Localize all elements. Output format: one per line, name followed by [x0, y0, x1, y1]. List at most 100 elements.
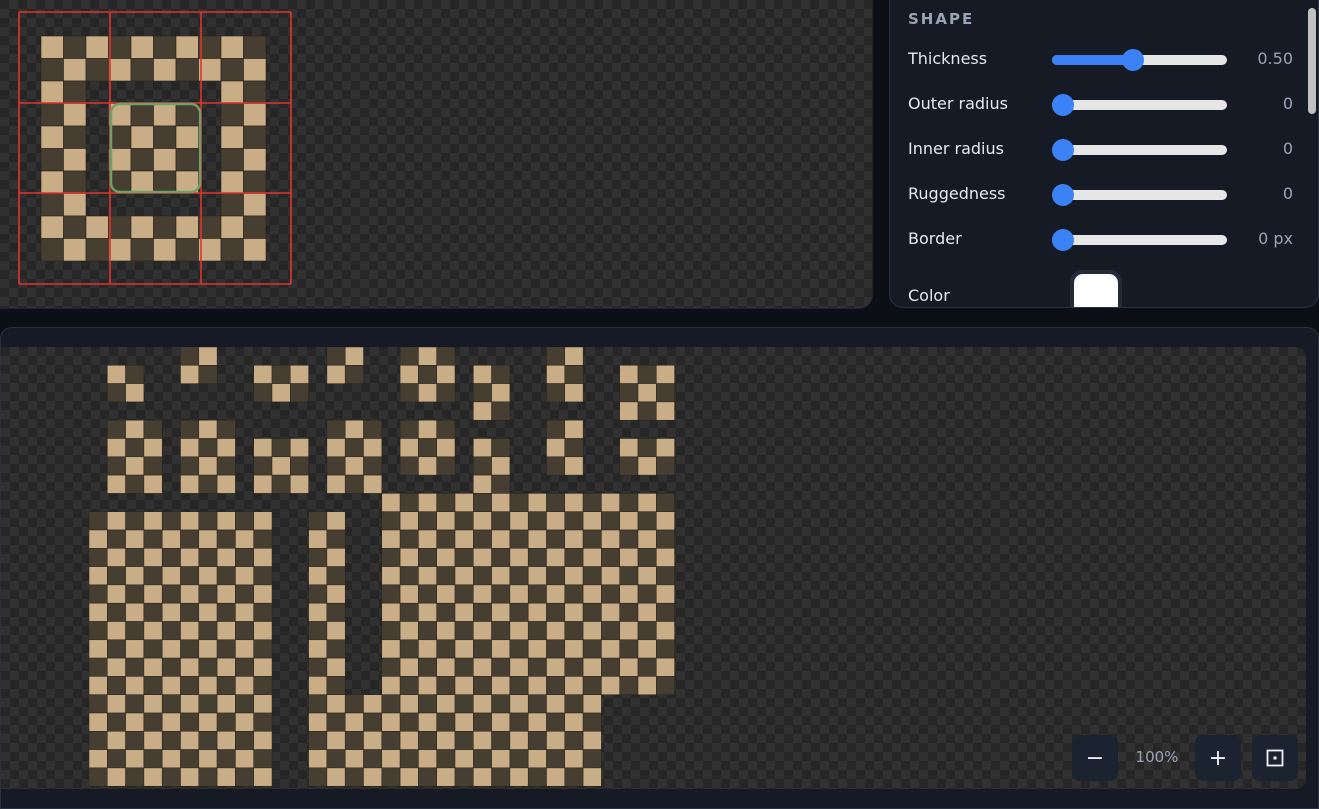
- tile-cell: [40, 125, 64, 149]
- output-tile: [253, 767, 273, 787]
- border-slider-thumb[interactable]: [1052, 229, 1074, 251]
- output-tile: [601, 529, 620, 549]
- output-tile: [107, 749, 126, 769]
- output-tile: [656, 365, 675, 384]
- output-tile: [363, 474, 383, 494]
- output-tile: [216, 767, 236, 787]
- output-tile: [326, 438, 346, 458]
- output-tile: [143, 657, 163, 677]
- output-tile: [88, 621, 108, 641]
- border-slider[interactable]: [1052, 229, 1227, 251]
- inner-radius-slider-thumb[interactable]: [1052, 139, 1074, 161]
- color-picker-button[interactable]: [1070, 270, 1122, 307]
- output-tile: [107, 566, 126, 586]
- output-tile: [637, 529, 657, 549]
- output-tile: [88, 511, 108, 531]
- output-tile: [363, 694, 383, 714]
- output-tile: [509, 548, 529, 567]
- zoom-in-button[interactable]: +: [1195, 735, 1241, 781]
- output-tile: [399, 383, 419, 403]
- scrollbar-thumb[interactable]: [1308, 8, 1316, 114]
- tileset-grid-overlay[interactable]: [0, 0, 872, 308]
- output-tile: [546, 602, 566, 622]
- output-tile: [235, 694, 254, 714]
- output-tile: [473, 676, 492, 695]
- output-tile: [216, 676, 236, 695]
- thickness-slider[interactable]: [1052, 49, 1227, 71]
- output-tile: [582, 584, 602, 604]
- plus-icon: +: [1208, 745, 1228, 771]
- output-tile: [527, 712, 547, 732]
- inner-radius-slider[interactable]: [1052, 139, 1227, 161]
- output-tile: [107, 712, 126, 732]
- output-tile: [125, 676, 145, 695]
- outer-radius-slider[interactable]: [1052, 94, 1227, 116]
- output-tile: [454, 749, 474, 769]
- output-tile: [436, 621, 456, 641]
- output-tile: [363, 767, 383, 787]
- output-tile: [637, 401, 657, 421]
- tile-cell: [175, 215, 199, 239]
- tile-cell: [153, 215, 177, 239]
- output-canvas[interactable]: [1, 347, 1306, 789]
- tile-cell: [153, 170, 177, 194]
- output-tile: [88, 676, 108, 695]
- thickness-slider-thumb[interactable]: [1122, 49, 1145, 71]
- output-tile: [253, 584, 273, 604]
- output-tile: [436, 365, 456, 384]
- tile-cell: [108, 35, 132, 59]
- fit-to-screen-button[interactable]: [1252, 735, 1298, 781]
- output-tile: [509, 767, 529, 787]
- output-tile: [180, 529, 200, 549]
- tile-cell: [63, 148, 87, 172]
- output-tile: [290, 383, 309, 403]
- output-tile: [253, 548, 273, 567]
- tile-cell: [243, 58, 267, 82]
- output-tile: [107, 474, 126, 494]
- outer-radius-slider-thumb[interactable]: [1052, 94, 1074, 116]
- output-tile: [418, 365, 437, 384]
- output-tile: [546, 749, 566, 769]
- output-tile: [180, 456, 200, 476]
- tile-cell: [220, 170, 244, 194]
- output-tile: [253, 676, 273, 695]
- output-tile: [88, 749, 108, 769]
- output-tile: [399, 731, 419, 750]
- output-tile: [491, 621, 511, 641]
- output-tile: [326, 731, 346, 750]
- output-tile: [326, 456, 346, 476]
- output-tile: [143, 548, 163, 567]
- output-tile: [381, 529, 401, 549]
- output-tile: [180, 347, 200, 366]
- output-tile: [161, 749, 181, 769]
- ruggedness-slider-thumb[interactable]: [1052, 184, 1074, 206]
- output-tile: [454, 511, 474, 531]
- shape-panel-scrollbar[interactable]: [1308, 8, 1316, 307]
- output-tile: [546, 621, 566, 641]
- output-tile: [290, 456, 309, 476]
- output-tile: [546, 511, 566, 531]
- output-tile: [381, 566, 401, 586]
- output-tile: [253, 365, 273, 384]
- output-tile: [473, 365, 492, 384]
- output-tile: [546, 676, 566, 695]
- output-tile: [656, 511, 675, 531]
- output-tile: [491, 694, 511, 714]
- output-tile: [125, 749, 145, 769]
- output-tile: [381, 511, 401, 531]
- output-tile: [180, 419, 200, 439]
- output-tile: [546, 383, 566, 403]
- output-tile: [454, 584, 474, 604]
- output-tile: [564, 493, 584, 512]
- output-tile: [344, 749, 364, 769]
- output-tile: [363, 749, 383, 769]
- ruggedness-slider[interactable]: [1052, 184, 1227, 206]
- output-tile: [436, 493, 456, 512]
- output-tile: [161, 548, 181, 567]
- zoom-out-button[interactable]: −: [1072, 735, 1118, 781]
- output-tile: [509, 584, 529, 604]
- output-tile: [161, 731, 181, 750]
- output-tile: [198, 529, 218, 549]
- output-tile: [546, 493, 566, 512]
- output-tile: [107, 731, 126, 750]
